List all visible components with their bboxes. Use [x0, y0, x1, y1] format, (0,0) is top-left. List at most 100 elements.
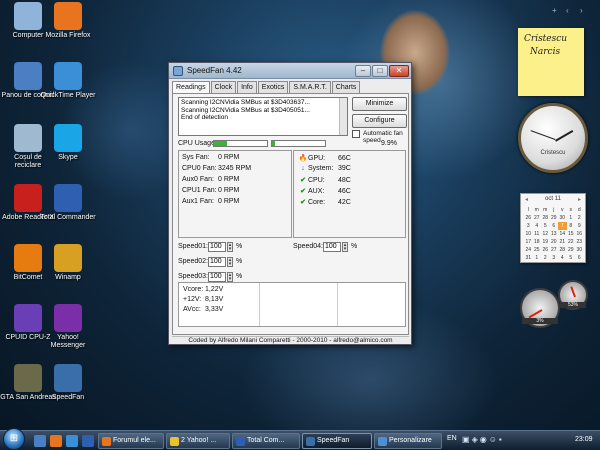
window-titlebar[interactable]: SpeedFan 4.42 – □ ✕ [169, 63, 411, 79]
log-scrollbar[interactable] [339, 98, 347, 135]
calendar-day[interactable]: 27 [533, 214, 542, 222]
desktop-shortcut[interactable]: Total Commander [40, 184, 96, 222]
calendar-gadget[interactable]: ◂ oct 11 ▸ l m m j v s d 26 27 28 29 30 1 2 3 4 5 6 7 8 9 10 1… [520, 193, 586, 263]
firefox-icon[interactable] [50, 435, 62, 447]
calendar-day[interactable]: 2 [541, 254, 550, 262]
calendar-next-icon[interactable]: ▸ [578, 196, 581, 203]
calendar-day[interactable]: 4 [558, 254, 567, 262]
taskbar-clock[interactable]: 23:09 [575, 436, 593, 443]
calendar-day[interactable]: 28 [558, 246, 567, 254]
calendar-day[interactable]: 10 [524, 230, 533, 238]
tab-charts[interactable]: Charts [331, 81, 361, 93]
speed-input[interactable]: 100 [208, 257, 226, 267]
calendar-day[interactable]: 1 [533, 254, 542, 262]
calendar-day[interactable]: 25 [533, 246, 542, 254]
speedfan-tray-icon[interactable]: ◉ [480, 435, 489, 444]
desktop-shortcut[interactable]: SpeedFan [40, 364, 96, 402]
calendar-day[interactable]: 5 [541, 222, 550, 230]
tab-smart[interactable]: S.M.A.R.T. [289, 81, 331, 93]
taskbar-button[interactable]: Total Com... [232, 433, 300, 449]
log-textbox[interactable]: Scanning I2CNVidia SMBus at $3D403637...… [178, 97, 348, 136]
calendar-today[interactable]: 7 [558, 222, 567, 230]
calendar-day[interactable]: 29 [550, 214, 559, 222]
calendar-day[interactable]: 21 [558, 238, 567, 246]
calendar-day[interactable]: 8 [567, 222, 576, 230]
speed-input[interactable]: 100 [323, 242, 341, 252]
show-desktop-icon[interactable] [34, 435, 46, 447]
quicktime-icon[interactable] [66, 435, 78, 447]
automatic-fan-speed-checkbox[interactable] [352, 130, 360, 138]
calendar-day[interactable]: 5 [567, 254, 576, 262]
configure-button[interactable]: Configure [352, 114, 407, 128]
calendar-day[interactable]: 2 [575, 214, 584, 222]
calendar-day[interactable]: 29 [567, 246, 576, 254]
desktop-shortcut[interactable]: Skype [40, 124, 96, 162]
switch-windows-icon[interactable] [82, 435, 94, 447]
power-icon[interactable]: ▪ [499, 435, 504, 444]
tab-clock[interactable]: Clock [210, 81, 237, 93]
gadget-next-icon[interactable]: › [580, 6, 583, 15]
taskbar-button[interactable]: 2 Yahoo! ... [166, 433, 230, 449]
start-button[interactable]: ⊞ [3, 428, 25, 450]
speed-spinner[interactable]: ▴ ▾ [227, 257, 233, 267]
maximize-window-button[interactable]: □ [372, 65, 388, 77]
tab-exotics[interactable]: Exotics [257, 81, 289, 93]
desktop-shortcut[interactable]: Yahoo! Messenger [40, 304, 96, 350]
calendar-day[interactable]: 3 [550, 254, 559, 262]
calendar-day[interactable]: 4 [533, 222, 542, 230]
calendar-day[interactable]: 18 [533, 238, 542, 246]
calendar-day[interactable]: 23 [575, 238, 584, 246]
calendar-day[interactable]: 27 [550, 246, 559, 254]
minimize-button[interactable]: Minimize [352, 97, 407, 111]
system-tray[interactable]: ▣◈◉☺▪ [462, 435, 504, 444]
speed-spinner[interactable]: ▴ ▾ [227, 272, 233, 282]
speed-input[interactable]: 100 [208, 242, 226, 252]
status-bar: Coded by Alfredo Milani Comparetti - 200… [172, 336, 409, 344]
volume-icon[interactable]: ◈ [472, 435, 480, 444]
calendar-day[interactable]: 26 [524, 214, 533, 222]
gadget-add-icon[interactable]: + [552, 6, 557, 15]
calendar-day[interactable]: 16 [575, 230, 584, 238]
sticky-note-gadget[interactable]: Cristescu Narcis [518, 28, 584, 96]
calendar-day[interactable]: 6 [550, 222, 559, 230]
desktop-shortcut[interactable]: Mozilla Firefox [40, 2, 96, 40]
taskbar-button[interactable]: Forumul ele... [98, 433, 164, 449]
gadget-prev-icon[interactable]: ‹ [566, 6, 569, 15]
calendar-day[interactable]: 31 [524, 254, 533, 262]
taskbar-button[interactable]: SpeedFan [302, 433, 372, 449]
speed-spinner[interactable]: ▴ ▾ [227, 242, 233, 252]
calendar-day[interactable]: 22 [567, 238, 576, 246]
calendar-day[interactable]: 28 [541, 214, 550, 222]
calendar-day[interactable]: 9 [575, 222, 584, 230]
calendar-day[interactable]: 19 [541, 238, 550, 246]
minimize-window-button[interactable]: – [355, 65, 371, 77]
calendar-day[interactable]: 12 [541, 230, 550, 238]
speed-input[interactable]: 100 [208, 272, 226, 282]
calendar-day[interactable]: 15 [567, 230, 576, 238]
speedfan-window[interactable]: SpeedFan 4.42 – □ ✕ Readings Clock Info Exo… [168, 62, 412, 345]
calendar-day[interactable]: 3 [524, 222, 533, 230]
cpu-meter-gadget[interactable]: 3% 53% [520, 280, 590, 332]
calendar-day[interactable]: 11 [533, 230, 542, 238]
calendar-day[interactable]: 14 [558, 230, 567, 238]
calendar-day[interactable]: 6 [575, 254, 584, 262]
calendar-day[interactable]: 13 [550, 230, 559, 238]
taskbar-button[interactable]: Personalizare [374, 433, 442, 449]
calendar-day[interactable]: 20 [550, 238, 559, 246]
calendar-day[interactable]: 26 [541, 246, 550, 254]
speed-spinner[interactable]: ▴ ▾ [342, 242, 348, 252]
desktop-shortcut[interactable]: QuickTime Player [40, 62, 96, 100]
language-indicator[interactable]: EN [447, 435, 457, 442]
clock-gadget[interactable]: Cristescu [518, 103, 588, 173]
close-window-button[interactable]: ✕ [389, 65, 409, 77]
calendar-day[interactable]: 30 [575, 246, 584, 254]
desktop-shortcut[interactable]: Winamp [40, 244, 96, 282]
calendar-day[interactable]: 1 [567, 214, 576, 222]
calendar-day[interactable]: 24 [524, 246, 533, 254]
messenger-tray-icon[interactable]: ☺ [489, 435, 499, 444]
tab-info[interactable]: Info [237, 81, 257, 93]
calendar-prev-icon[interactable]: ◂ [525, 196, 528, 203]
calendar-day[interactable]: 17 [524, 238, 533, 246]
calendar-day[interactable]: 30 [558, 214, 567, 222]
network-icon[interactable]: ▣ [462, 435, 472, 444]
